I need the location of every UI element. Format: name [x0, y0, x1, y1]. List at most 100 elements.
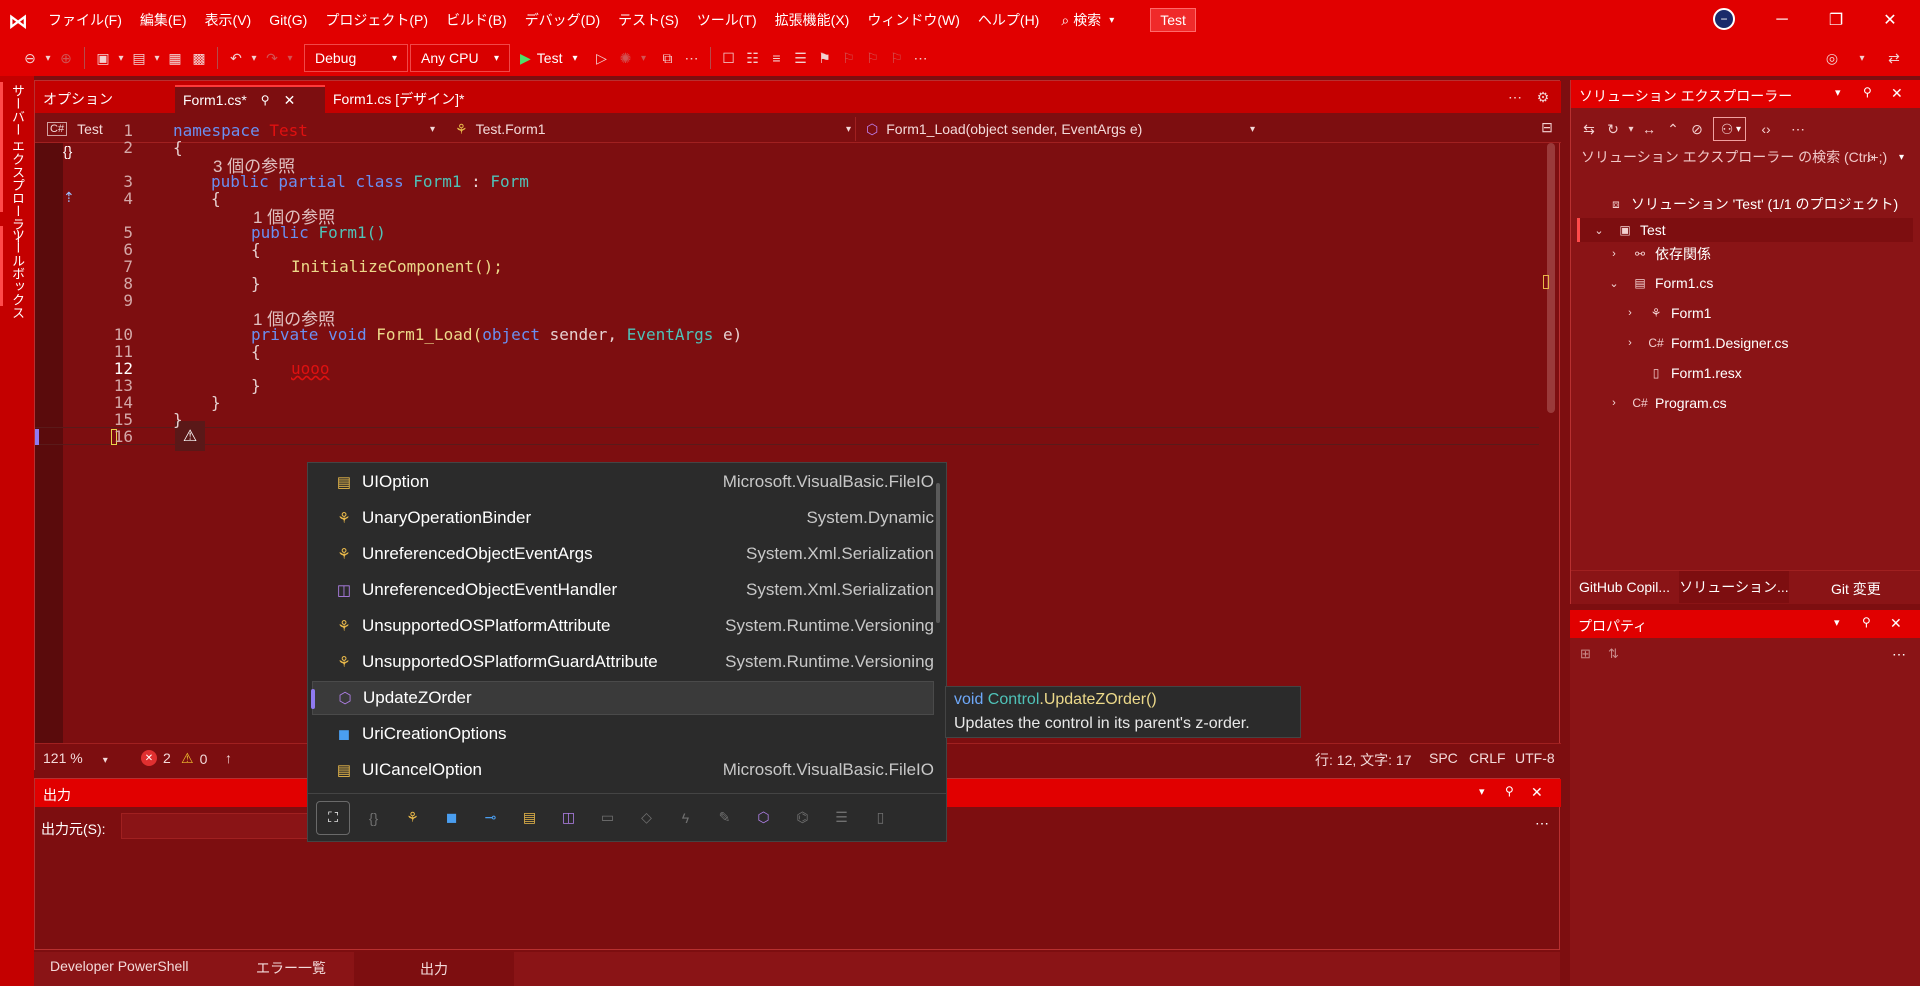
- completion-item[interactable]: ⚘ UnreferencedObjectEventArgs System.Xml.S…: [312, 537, 934, 571]
- completion-item[interactable]: ▤ UICancelOption Microsoft.VisualBasic.Fil…: [312, 753, 934, 787]
- server-explorer-tab[interactable]: サーバー エクスプローラー: [8, 84, 27, 244]
- pin-icon[interactable]: ⚲: [1505, 784, 1514, 798]
- solution-search-input[interactable]: ソリューション エクスプローラー の検索 (Ctrl+;): [1581, 147, 1887, 167]
- completion-scrollbar[interactable]: [936, 483, 940, 623]
- new-file-icon[interactable]: ▤: [127, 46, 151, 70]
- menu-view[interactable]: 表示(V): [205, 10, 252, 30]
- enum-filter-icon[interactable]: ▤: [510, 806, 549, 830]
- sync-icon[interactable]: ↔: [1637, 117, 1661, 141]
- pin-icon[interactable]: ⚲: [1863, 85, 1872, 99]
- module-filter-icon[interactable]: ▭: [588, 806, 627, 830]
- completion-item[interactable]: ⚘ UnsupportedOSPlatformGuardAttribute Syst…: [312, 645, 934, 679]
- categorized-icon[interactable]: ⊞: [1580, 646, 1591, 662]
- forward-icon[interactable]: ⊕: [54, 46, 78, 70]
- chevron-right-icon[interactable]: ›: [1623, 337, 1637, 349]
- warning-count[interactable]: ⚠ 0: [181, 750, 207, 767]
- tree-item-form1-cs[interactable]: ⌄ ▤ Form1.cs: [1607, 274, 1713, 292]
- member-dropdown[interactable]: ⬡ Form1_Load(object sender, EventArgs e)…: [855, 117, 1255, 141]
- restore-button[interactable]: ❐: [1822, 6, 1850, 34]
- close-icon[interactable]: ✕: [1890, 615, 1902, 632]
- chevron-down-icon[interactable]: ▾: [42, 46, 54, 70]
- minimize-button[interactable]: ─: [1768, 6, 1796, 34]
- tab-solution-explorer[interactable]: ソリューション...: [1679, 571, 1789, 603]
- menu-tools[interactable]: ツール(T): [697, 10, 757, 30]
- collapse-all-icon[interactable]: ⌃: [1661, 117, 1685, 141]
- next-bookmark-icon[interactable]: ⚐: [861, 46, 885, 70]
- switch-views-icon[interactable]: ⇆: [1577, 117, 1601, 141]
- avatar[interactable]: −: [1713, 8, 1735, 30]
- encoding[interactable]: UTF-8: [1515, 750, 1555, 766]
- completion-item[interactable]: ⚘ UnsupportedOSPlatformAttribute System.Ru…: [312, 609, 934, 643]
- menu-edit[interactable]: 編集(E): [140, 10, 187, 30]
- comment-icon[interactable]: ☐: [717, 46, 741, 70]
- expand-all-filter-icon[interactable]: ⛶: [316, 800, 350, 835]
- show-all-files-icon[interactable]: ⊘: [1685, 117, 1709, 141]
- tree-item-form1-designer[interactable]: › C# Form1.Designer.cs: [1623, 334, 1788, 352]
- code-view-icon[interactable]: ‹›: [1754, 117, 1778, 141]
- browser-link-icon[interactable]: ⧉: [656, 46, 680, 70]
- event-filter-icon[interactable]: ϟ: [666, 806, 705, 830]
- zoom-dropdown[interactable]: 121 % ▾: [43, 750, 108, 766]
- menu-git[interactable]: Git(G): [269, 12, 307, 28]
- chevron-down-icon[interactable]: ▾: [1850, 46, 1874, 70]
- whitespace-mode[interactable]: SPC: [1429, 750, 1458, 766]
- inheritance-margin-icon[interactable]: ⇡: [63, 189, 75, 206]
- chevron-right-icon[interactable]: ›: [1607, 248, 1621, 260]
- completion-item-selected[interactable]: ⬡ UpdateZOrder: [311, 681, 934, 715]
- tab-error-list[interactable]: エラー一覧: [256, 958, 326, 978]
- uncomment-icon[interactable]: ☷: [741, 46, 765, 70]
- chevron-right-icon[interactable]: ›: [1607, 397, 1621, 409]
- delegate-filter-icon[interactable]: ◫: [549, 806, 588, 830]
- more-icon[interactable]: ⋯: [1892, 646, 1906, 663]
- tree-item-form1-resx[interactable]: ▯ Form1.resx: [1647, 364, 1742, 382]
- error-count[interactable]: ✕ 2: [141, 750, 171, 766]
- chevron-down-icon[interactable]: ▾: [151, 46, 163, 70]
- tab-github-copilot[interactable]: GitHub Copil...: [1579, 579, 1670, 595]
- alphabetical-icon[interactable]: ⇅: [1608, 646, 1619, 662]
- bookmark-icon[interactable]: ⚑: [813, 46, 837, 70]
- navigate-up-icon[interactable]: ↑: [225, 750, 232, 766]
- solution-search-box[interactable]: ソリューション エクスプローラー の検索 (Ctrl+;) ⌕ ▾: [1577, 144, 1917, 170]
- copilot-icon[interactable]: ◎: [1820, 46, 1844, 70]
- gear-icon[interactable]: ⚙: [1531, 85, 1555, 109]
- search-button[interactable]: ⌕ 検索 ▾: [1061, 10, 1114, 30]
- chevron-down-icon[interactable]: ▾: [1899, 152, 1904, 163]
- redo-icon[interactable]: ↷: [260, 46, 284, 70]
- menu-test[interactable]: テスト(S): [618, 10, 679, 30]
- output-source-dropdown[interactable]: [121, 813, 321, 839]
- close-button[interactable]: ✕: [1876, 6, 1904, 34]
- chevron-right-icon[interactable]: ›: [1623, 307, 1637, 319]
- constant-filter-icon[interactable]: ◇: [627, 806, 666, 830]
- undo-icon[interactable]: ↶: [224, 46, 248, 70]
- tree-item-project[interactable]: ⌄ ▣ Test: [1577, 218, 1913, 242]
- local-filter-icon[interactable]: ⌬: [783, 806, 822, 830]
- chevron-down-icon[interactable]: ▾: [115, 46, 127, 70]
- save-icon[interactable]: ▦: [163, 46, 187, 70]
- menu-help[interactable]: ヘルプ(H): [978, 10, 1039, 30]
- more-tabs-icon[interactable]: ⋯: [1503, 85, 1527, 109]
- tab-developer-powershell[interactable]: Developer PowerShell: [50, 958, 189, 974]
- tree-item-form1-class[interactable]: › ⚘ Form1: [1623, 304, 1711, 322]
- hot-reload-icon[interactable]: ✺: [614, 46, 638, 70]
- tab-form1-design[interactable]: Form1.cs [デザイン]*: [325, 85, 505, 113]
- chevron-down-icon[interactable]: ▾: [284, 46, 296, 70]
- interface-filter-icon[interactable]: ⊸: [471, 806, 510, 830]
- completion-item[interactable]: ▤ UIOption Microsoft.VisualBasic.FileIO: [312, 465, 934, 499]
- tab-output[interactable]: 出力: [354, 952, 514, 986]
- chevron-down-icon[interactable]: ▾: [248, 46, 260, 70]
- new-project-icon[interactable]: ▣: [91, 46, 115, 70]
- menu-extensions[interactable]: 拡張機能(X): [775, 10, 850, 30]
- close-icon[interactable]: ✕: [1891, 85, 1903, 102]
- prev-bookmark-icon[interactable]: ⚐: [837, 46, 861, 70]
- menu-debug[interactable]: デバッグ(D): [525, 10, 600, 30]
- namespace-filter-icon[interactable]: {}: [354, 806, 393, 830]
- live-share-icon[interactable]: ⇄: [1882, 46, 1906, 70]
- tab-form1-cs[interactable]: Form1.cs* ⚲ ✕: [175, 85, 325, 113]
- tree-item-solution[interactable]: ⧈ ソリューション 'Test' (1/1 のプロジェクト): [1607, 194, 1898, 214]
- pin-icon[interactable]: ⚲: [1862, 615, 1871, 629]
- tree-item-program-cs[interactable]: › C# Program.cs: [1607, 394, 1726, 412]
- chevron-down-icon[interactable]: ▾: [1479, 785, 1485, 798]
- tab-git-changes[interactable]: Git 変更: [1831, 579, 1881, 599]
- more-icon[interactable]: ⋯: [909, 46, 933, 70]
- indent-icon[interactable]: ☰: [789, 46, 813, 70]
